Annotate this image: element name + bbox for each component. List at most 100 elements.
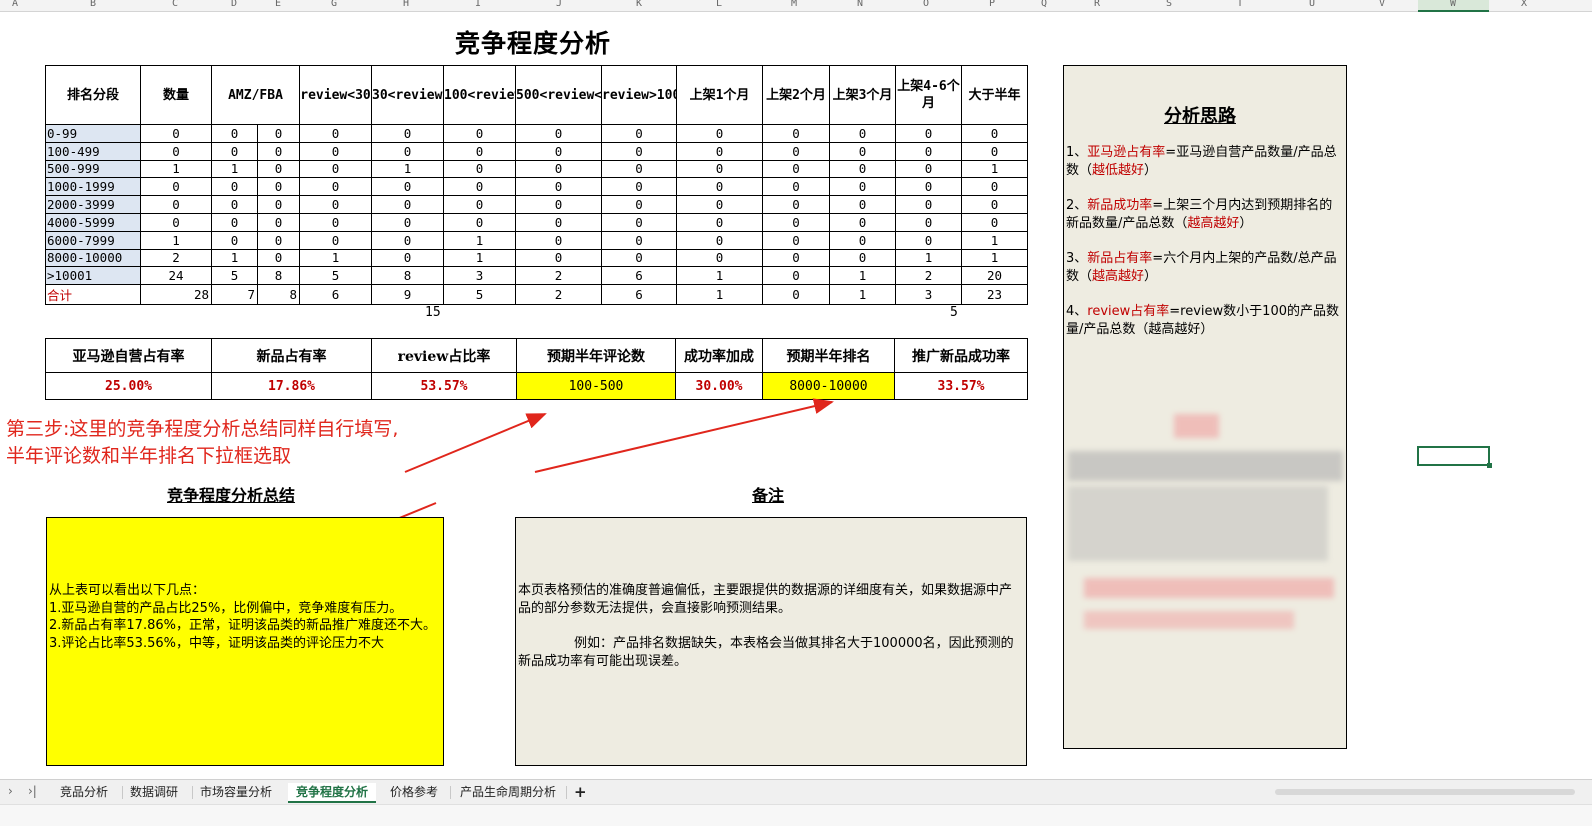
rank-segment-cell[interactable]: 500-999 xyxy=(45,159,141,179)
table-cell[interactable]: 0 xyxy=(211,141,258,161)
table-cell[interactable]: 0 xyxy=(515,159,603,179)
table-cell[interactable]: 0 xyxy=(256,124,301,143)
table-cell[interactable]: 0 xyxy=(762,284,831,306)
tab-competition[interactable]: 竞争程度分析 xyxy=(288,783,377,803)
table-cell[interactable]: 0 xyxy=(140,177,212,197)
table-cell[interactable]: 0 xyxy=(829,141,897,161)
table-cell[interactable]: 0 xyxy=(829,124,897,143)
table-cell[interactable]: 3 xyxy=(443,266,517,286)
table-cell[interactable]: 0 xyxy=(762,141,831,161)
table-cell[interactable]: 6 xyxy=(299,284,373,306)
header-cell[interactable]: 数量 xyxy=(140,65,212,125)
table-cell[interactable]: 0 xyxy=(443,124,517,143)
rank-segment-cell[interactable]: 2000-3999 xyxy=(45,195,141,214)
table-cell[interactable]: 0 xyxy=(443,159,517,179)
col-header-T[interactable]: T xyxy=(1237,0,1243,9)
table-cell[interactable]: 1 xyxy=(961,248,1029,268)
table-cell[interactable]: 0 xyxy=(299,230,373,250)
table-cell[interactable]: 0 xyxy=(299,195,373,214)
table-cell[interactable]: 0 xyxy=(601,212,678,232)
expected-rank-dropdown[interactable]: 8000-10000 xyxy=(762,372,895,400)
table-cell[interactable]: 0 xyxy=(676,159,764,179)
tab-price-reference[interactable]: 价格参考 xyxy=(388,783,440,803)
header-cell[interactable]: review>1000 xyxy=(601,65,678,125)
table-cell[interactable]: 0 xyxy=(676,212,764,232)
table-cell[interactable]: 0 xyxy=(961,141,1029,161)
table-cell[interactable]: 0 xyxy=(676,124,764,143)
table-cell[interactable]: 0 xyxy=(515,230,603,250)
horizontal-scrollbar[interactable] xyxy=(1275,789,1575,795)
table-cell[interactable]: 0 xyxy=(515,124,603,143)
table-cell[interactable]: 1 xyxy=(895,248,963,268)
header-cell[interactable]: AMZ/FBA xyxy=(210,65,301,125)
col-header-Q[interactable]: Q xyxy=(1041,0,1047,9)
table-cell[interactable]: 1 xyxy=(211,159,258,179)
rank-segment-cell[interactable]: 合计 xyxy=(45,284,141,306)
table-cell[interactable]: 0 xyxy=(211,195,258,214)
table-cell[interactable]: 6 xyxy=(601,266,678,286)
table-cell[interactable]: 0 xyxy=(895,230,963,250)
table-cell[interactable]: 1 xyxy=(140,159,212,179)
table-cell[interactable]: 1 xyxy=(443,230,517,250)
tab-prev-icon[interactable]: › xyxy=(8,784,13,798)
summary-header[interactable]: 新品占有率 xyxy=(211,338,372,373)
table-cell[interactable]: 0 xyxy=(515,248,603,268)
expected-review-dropdown[interactable]: 100-500 xyxy=(516,372,676,400)
table-cell[interactable]: 2 xyxy=(515,284,603,306)
table-cell[interactable]: 24 xyxy=(140,266,212,286)
table-cell[interactable]: 0 xyxy=(443,141,517,161)
table-cell[interactable]: 0 xyxy=(762,212,831,232)
rank-segment-cell[interactable]: 6000-7999 xyxy=(45,230,141,250)
table-cell[interactable]: 0 xyxy=(829,159,897,179)
add-sheet-button[interactable]: + xyxy=(572,783,589,803)
table-cell[interactable]: 0 xyxy=(829,212,897,232)
table-cell[interactable]: 0 xyxy=(961,124,1029,143)
table-cell[interactable]: 3 xyxy=(895,284,963,306)
header-cell[interactable]: 排名分段 xyxy=(45,65,141,125)
col-header-D[interactable]: D xyxy=(231,0,237,9)
tab-research[interactable]: 数据调研 xyxy=(128,783,180,803)
table-cell[interactable]: 0 xyxy=(601,230,678,250)
col-header-I[interactable]: I xyxy=(475,0,481,9)
summary-header[interactable]: 成功率加成 xyxy=(675,338,763,373)
table-cell[interactable]: 0 xyxy=(515,212,603,232)
table-cell[interactable]: 0 xyxy=(895,212,963,232)
table-cell[interactable]: 0 xyxy=(676,230,764,250)
table-cell[interactable]: 28 xyxy=(140,284,212,306)
table-cell[interactable]: 0 xyxy=(762,124,831,143)
table-cell[interactable]: 5 xyxy=(299,266,373,286)
col-header-O[interactable]: O xyxy=(923,0,929,9)
table-cell[interactable]: 0 xyxy=(961,212,1029,232)
table-cell[interactable]: 9 xyxy=(371,284,445,306)
table-cell[interactable]: 0 xyxy=(601,195,678,214)
table-cell[interactable]: 0 xyxy=(601,141,678,161)
table-cell[interactable]: 0 xyxy=(256,159,301,179)
selected-cell[interactable] xyxy=(1417,446,1492,468)
table-cell[interactable]: 0 xyxy=(601,248,678,268)
header-cell[interactable]: 上架1个月 xyxy=(676,65,764,125)
table-cell[interactable]: 0 xyxy=(256,177,301,197)
col-header-N[interactable]: N xyxy=(857,0,863,9)
col-header-G[interactable]: G xyxy=(331,0,337,9)
tab-competitor[interactable]: 竞品分析 xyxy=(58,783,110,803)
table-cell[interactable]: 0 xyxy=(211,177,258,197)
table-cell[interactable]: 1 xyxy=(829,266,897,286)
col-header-H[interactable]: H xyxy=(403,0,409,9)
table-cell[interactable]: 1 xyxy=(676,284,764,306)
footer-value-15[interactable]: 15 xyxy=(425,305,441,320)
table-cell[interactable]: 0 xyxy=(676,141,764,161)
table-cell[interactable]: 0 xyxy=(256,195,301,214)
table-cell[interactable]: 0 xyxy=(829,230,897,250)
col-header-M[interactable]: M xyxy=(791,0,797,9)
col-header-J[interactable]: J xyxy=(556,0,562,9)
table-cell[interactable]: 0 xyxy=(601,159,678,179)
header-cell[interactable]: 500<review<1000 xyxy=(515,65,603,125)
table-cell[interactable]: 0 xyxy=(961,177,1029,197)
table-cell[interactable]: 0 xyxy=(371,141,445,161)
table-cell[interactable]: 23 xyxy=(961,284,1029,306)
table-cell[interactable]: 5 xyxy=(211,266,258,286)
rank-segment-cell[interactable]: 4000-5999 xyxy=(45,212,141,232)
table-cell[interactable]: 0 xyxy=(762,159,831,179)
table-cell[interactable]: 0 xyxy=(443,177,517,197)
table-cell[interactable]: 2 xyxy=(515,266,603,286)
